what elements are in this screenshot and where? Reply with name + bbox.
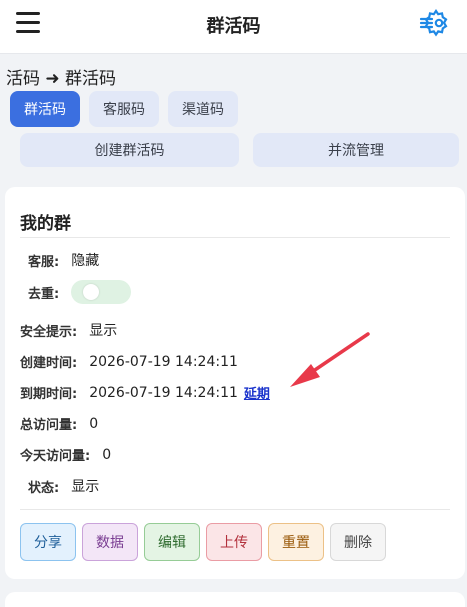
next-card [5, 592, 465, 607]
annotation-arrow [290, 332, 370, 387]
